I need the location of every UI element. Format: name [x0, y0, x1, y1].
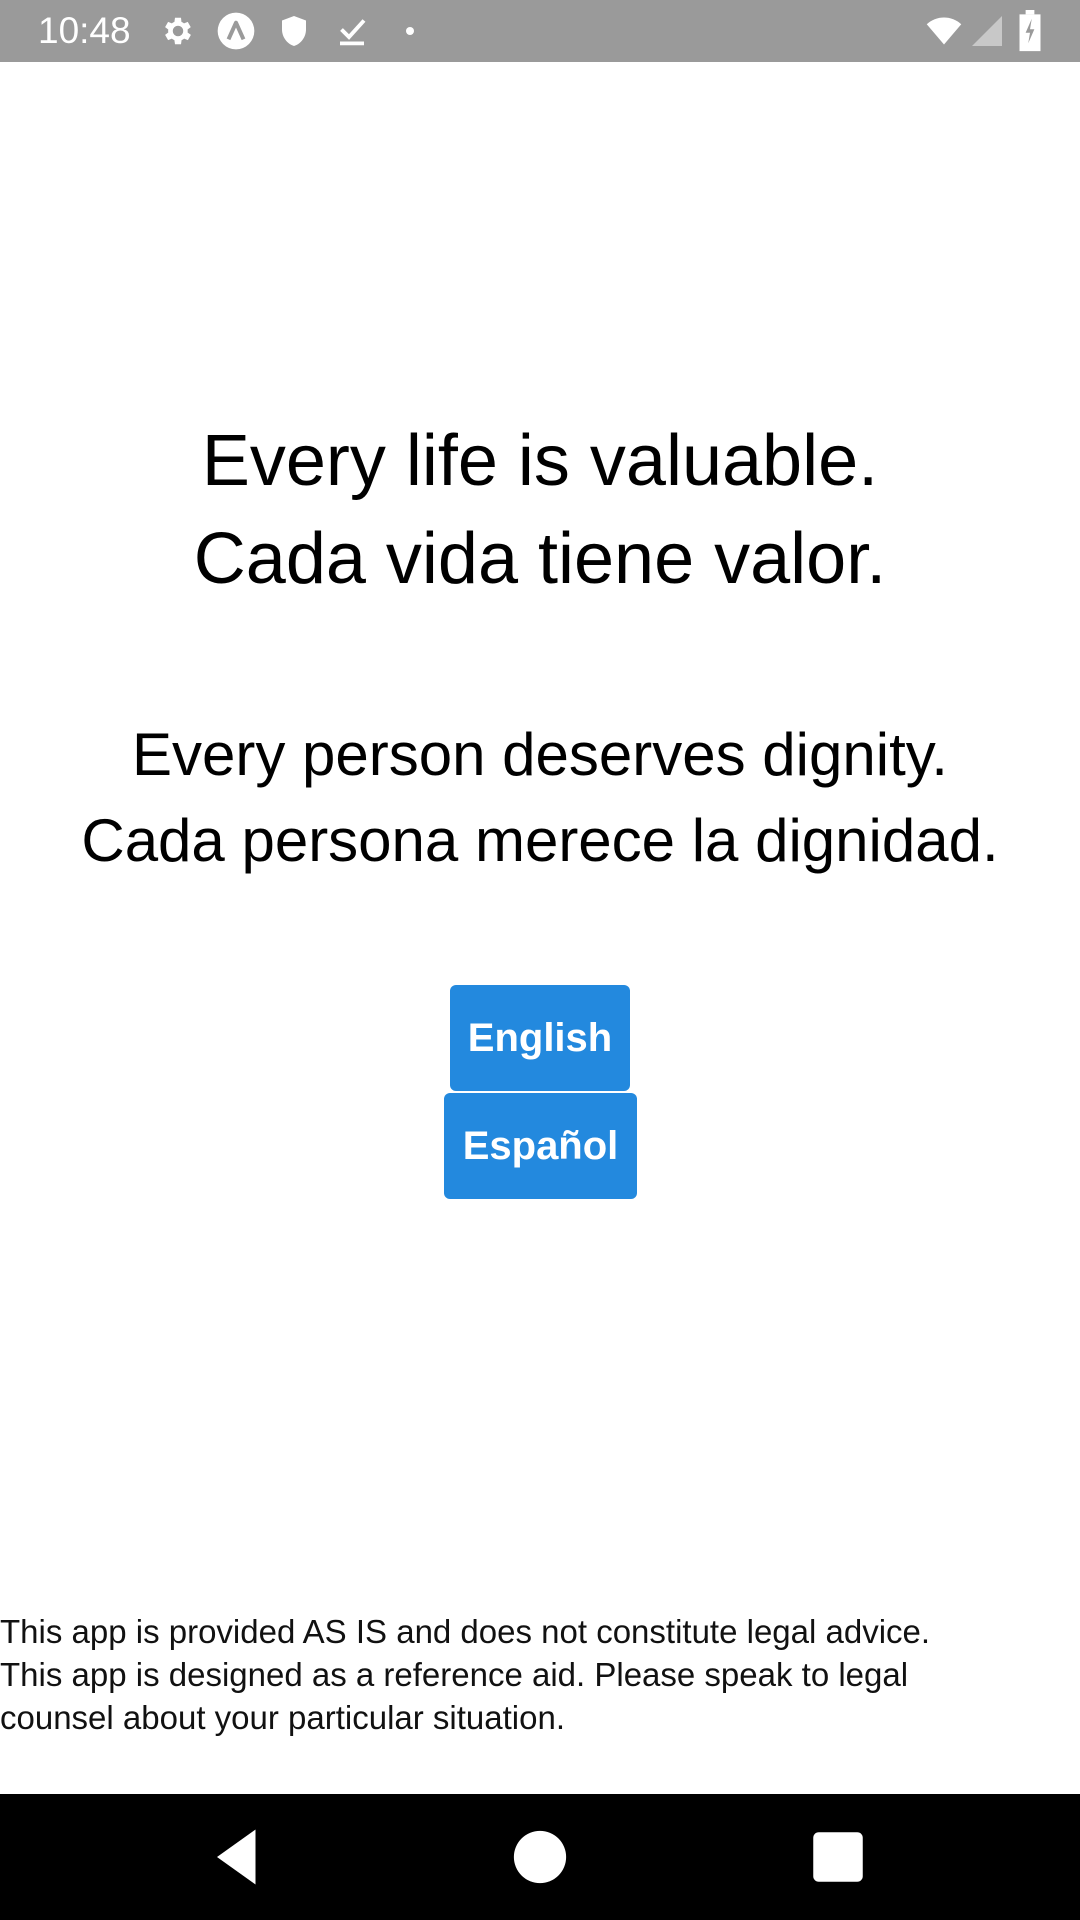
battery-charging-icon [1016, 10, 1044, 52]
download-done-icon [334, 13, 370, 49]
cell-signal-icon [968, 13, 1006, 49]
disclaimer: This app is provided AS IS and does not … [0, 1610, 1075, 1739]
espanol-button[interactable]: Español [444, 1093, 637, 1199]
subline-spanish: Cada persona merece la dignidad. [81, 807, 999, 874]
gear-icon [160, 13, 196, 49]
app-a-icon [216, 11, 256, 51]
wifi-icon [922, 13, 966, 49]
headline-english: Every life is valuable. [201, 421, 879, 501]
shield-icon [276, 13, 312, 49]
home-icon[interactable] [505, 1824, 575, 1890]
recents-icon[interactable] [803, 1824, 873, 1890]
subline-english: Every person deserves dignity. [132, 721, 948, 788]
dot-icon [398, 13, 422, 49]
navigation-bar [0, 1794, 1080, 1920]
disclaimer-line-3: counsel about your particular situation. [0, 1699, 565, 1736]
disclaimer-line-2: This app is designed as a reference aid.… [0, 1656, 909, 1693]
headline: Every life is valuable. Cada vida tiene … [0, 412, 1080, 608]
status-time: 10:48 [38, 10, 131, 51]
status-bar: 10:48 [0, 0, 1080, 62]
headline-spanish: Cada vida tiene valor. [193, 519, 887, 599]
english-button[interactable]: English [450, 985, 630, 1091]
subline: Every person deserves dignity. Cada pers… [0, 712, 1080, 884]
back-icon[interactable] [204, 1824, 274, 1890]
screen: 10:48 Every life is valuable. Cada vida … [0, 0, 1080, 1920]
disclaimer-line-1: This app is provided AS IS and does not … [0, 1613, 931, 1650]
